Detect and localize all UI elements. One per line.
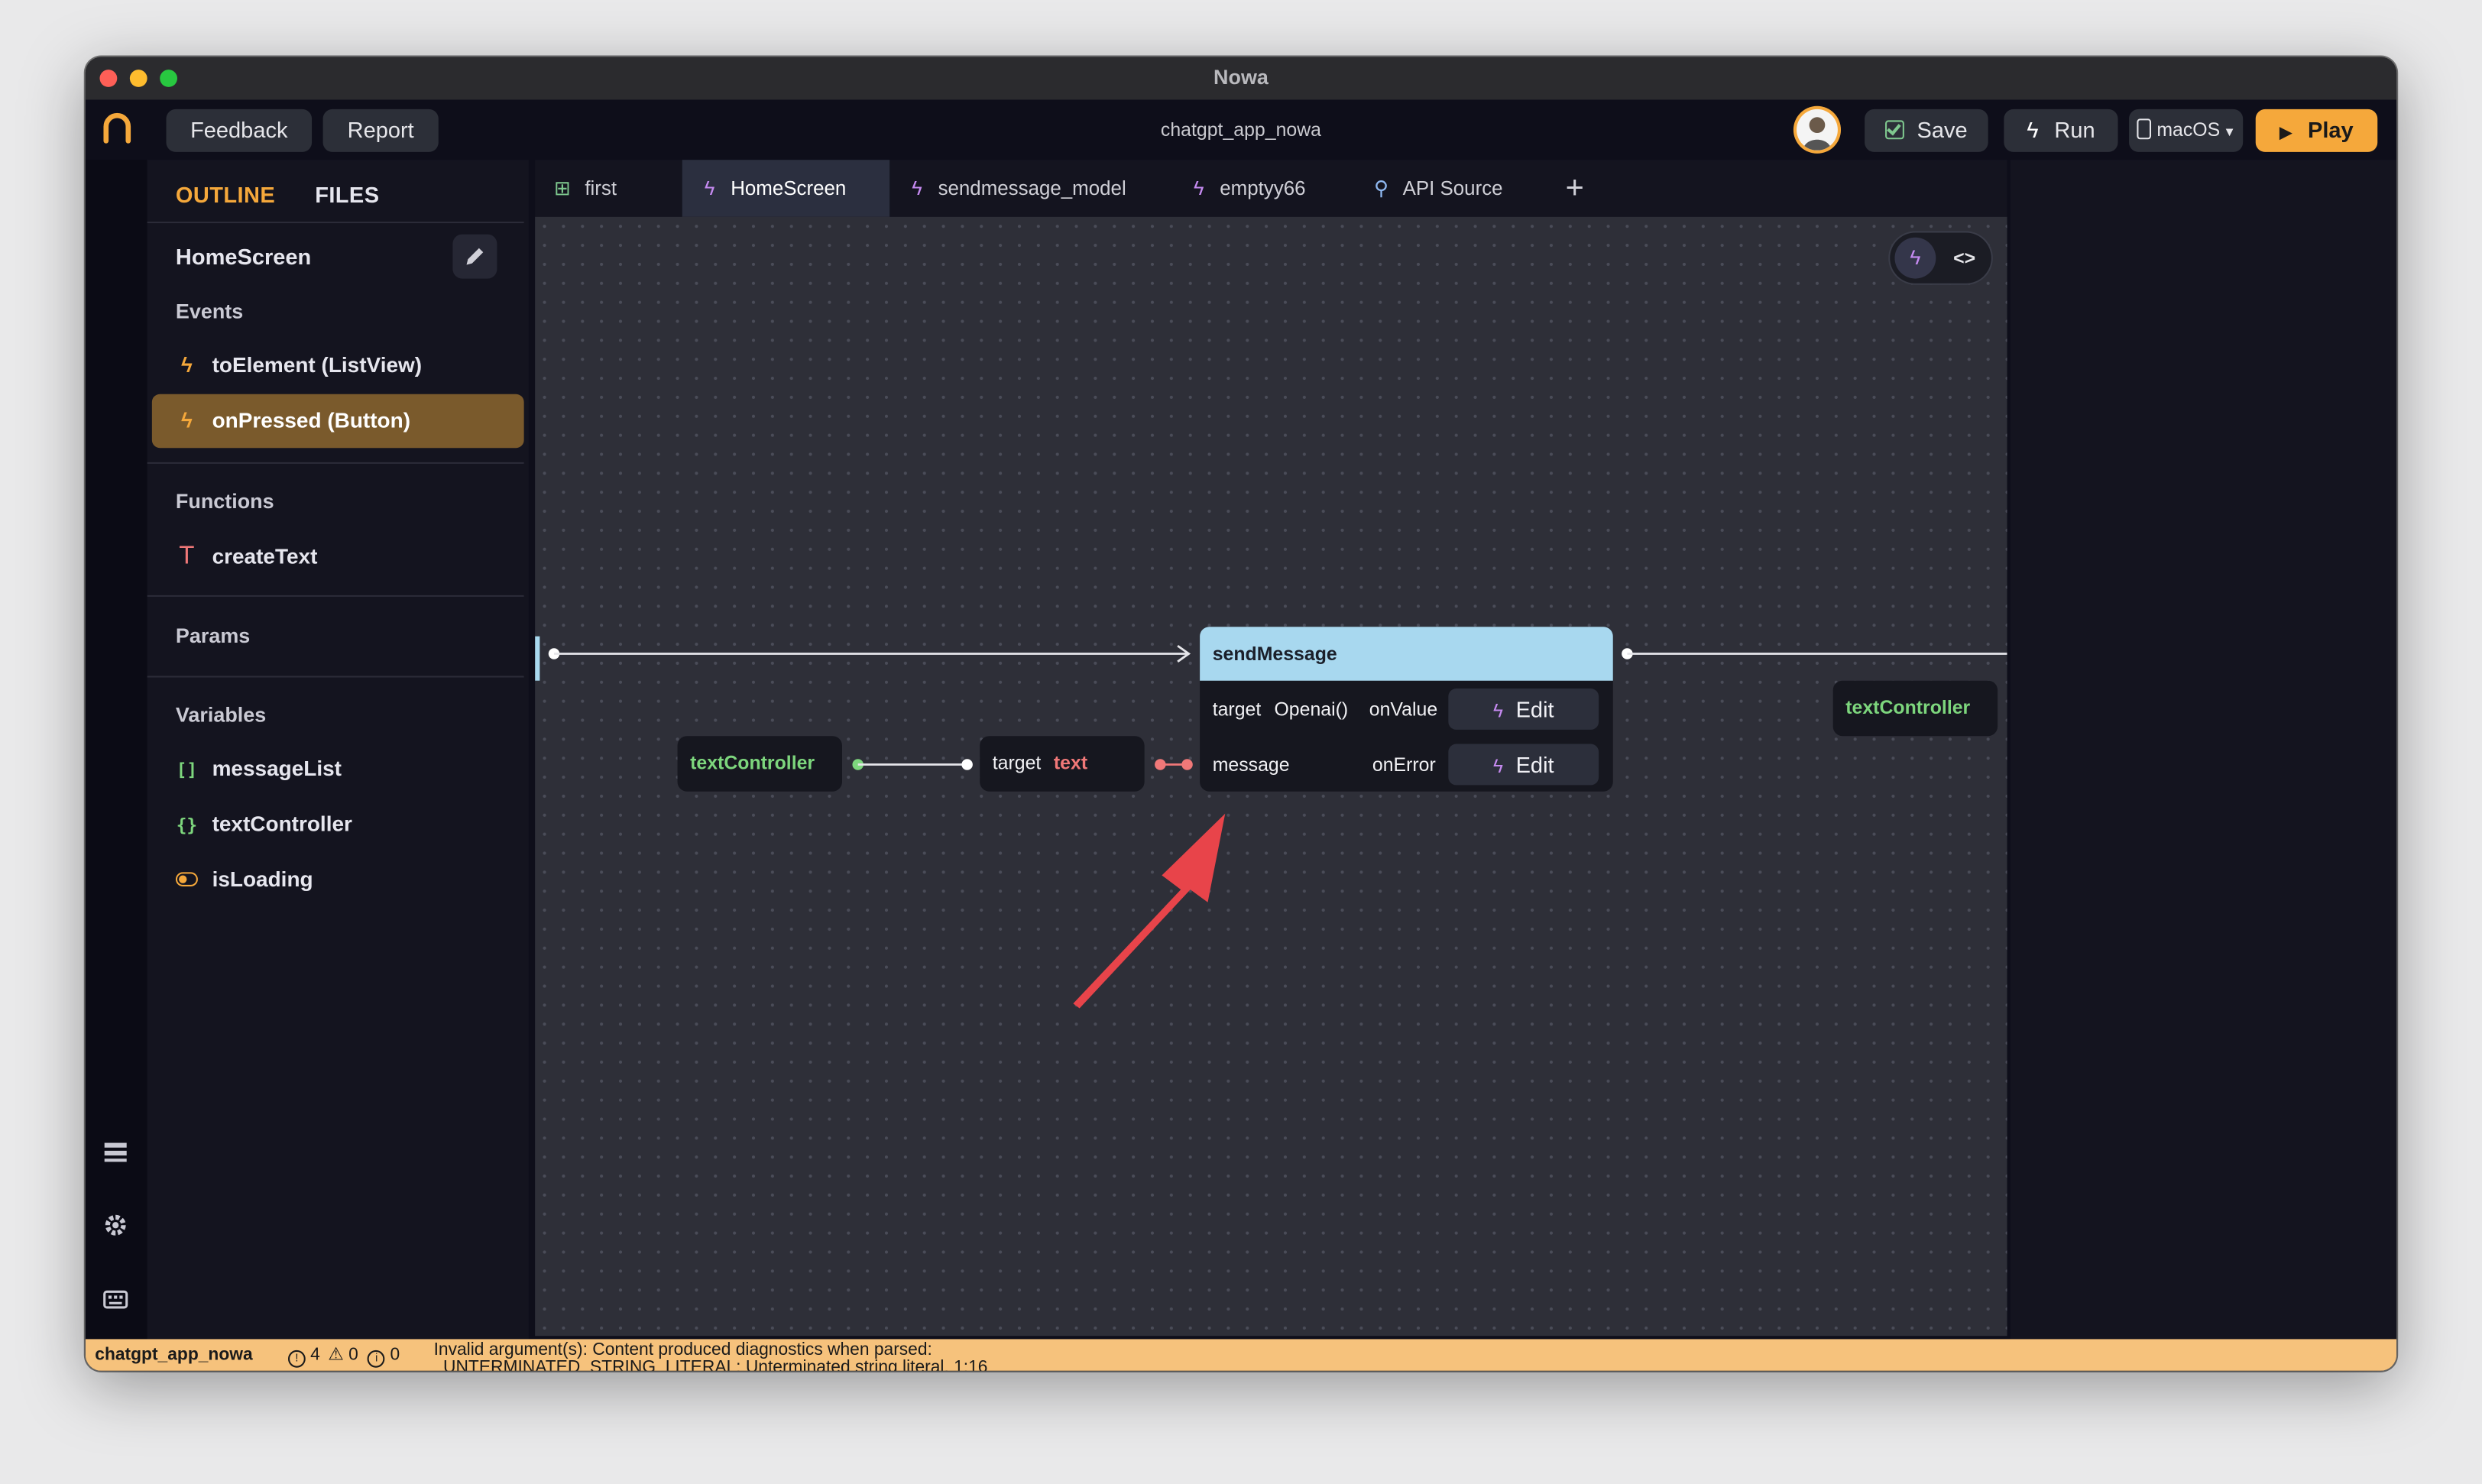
avatar[interactable] (1797, 109, 1838, 151)
play-icon: ▶ (2279, 125, 2292, 143)
variable-label: isLoading (212, 867, 313, 892)
info-count: 0 (390, 1345, 400, 1365)
warning-count: 0 (348, 1345, 358, 1365)
divider (147, 676, 524, 678)
event-label: onPressed (Button) (212, 408, 411, 433)
tab-outline[interactable]: OUTLINE (176, 182, 275, 207)
user-photo-icon (1803, 117, 1832, 151)
variables-heading: Variables (175, 702, 267, 727)
keyboard-icon[interactable] (103, 1287, 128, 1312)
run-button[interactable]: ϟ Run (2004, 109, 2118, 152)
add-tab-button[interactable]: + (1566, 160, 1584, 217)
error-icon: ! (287, 1350, 306, 1368)
phone-icon (2136, 118, 2151, 140)
top-toolbar: Feedback Report chatgpt_app_nowa Save ϟR… (85, 99, 2397, 160)
caret-down-icon: ▼ (2223, 125, 2236, 140)
pencil-icon (466, 248, 484, 265)
tab-label: emptyy66 (1220, 177, 1306, 199)
project-title: chatgpt_app_nowa (1160, 118, 1322, 141)
tab-sendmessage-model[interactable]: ϟ sendmessage_model (912, 160, 1126, 217)
save-label: Save (1917, 117, 1968, 143)
close-window-button[interactable] (99, 70, 118, 87)
event-item-toelement[interactable]: ϟ toElement (ListView) (176, 353, 422, 377)
divider (147, 595, 524, 597)
divider (147, 221, 524, 224)
bolt-icon: ϟ (2027, 117, 2039, 143)
warning-icon: ⚠ (328, 1345, 344, 1365)
event-label: toElement (ListView) (212, 352, 423, 377)
tab-label: HomeScreen (731, 177, 847, 199)
function-item-createtext[interactable]: TcreateText (176, 543, 317, 571)
report-button[interactable]: Report (322, 109, 439, 152)
platform-select[interactable]: macOS ▼ (2129, 109, 2244, 152)
bolt-icon: ϟ (1193, 177, 1204, 199)
run-label: Run (2054, 117, 2095, 143)
events-heading: Events (175, 299, 244, 323)
left-rail (85, 160, 147, 1340)
right-pane (2010, 160, 2397, 1340)
status-project[interactable]: chatgpt_app_nowa (95, 1339, 252, 1370)
edit-screen-button[interactable] (452, 234, 497, 279)
bolt-icon: ϟ (912, 177, 922, 199)
bolt-icon: ϟ (181, 352, 193, 377)
plug-icon: ⚲ (1373, 177, 1388, 199)
play-label: Play (2307, 117, 2354, 143)
tab-first[interactable]: ⊞ first (554, 160, 617, 217)
function-label: createText (212, 544, 318, 569)
variable-label: messageList (212, 757, 342, 781)
tab-label: sendmessage_model (938, 177, 1126, 199)
info-icon: i (368, 1350, 386, 1368)
tab-emptyy66[interactable]: ϟ emptyy66 (1194, 160, 1306, 217)
text-type-icon: T (179, 543, 195, 570)
list-brackets-icon: [] (176, 760, 198, 781)
tab-homescreen[interactable]: ϟ HomeScreen (705, 160, 847, 217)
variable-item-isloading[interactable]: isLoading (175, 867, 313, 892)
tab-label: API Source (1402, 177, 1503, 199)
tab-label: first (585, 177, 617, 199)
params-heading: Params (175, 624, 251, 648)
diagnostics-counts[interactable]: ! 4 ⚠ 0 i 0 (287, 1339, 400, 1370)
object-braces-icon: {} (176, 815, 198, 836)
outline-sidebar: OUTLINE FILES HomeScreen Events ϟ toEleme… (147, 160, 529, 1340)
logic-canvas[interactable]: ϟ <> sendMessage target Openai() onValue… (535, 216, 2007, 1337)
status-message-line2: UNTERMINATED_STRING_LITERAL: Unterminate… (442, 1358, 988, 1371)
app-window: Nowa Feedback Report chatgpt_app_nowa Sa… (85, 57, 2397, 1371)
error-count: 4 (310, 1345, 320, 1365)
status-bar: chatgpt_app_nowa ! 4 ⚠ 0 i 0 Invalid arg… (85, 1339, 2397, 1371)
variable-item-textcontroller[interactable]: {} textController (176, 812, 352, 836)
play-button[interactable]: ▶ Play (2255, 109, 2378, 152)
nowa-logo-icon[interactable] (102, 112, 133, 144)
checkbox-save-icon (1885, 120, 1904, 140)
bolt-icon: ϟ (704, 177, 715, 199)
platform-label: macOS (2156, 118, 2221, 141)
screen-name[interactable]: HomeScreen (176, 244, 311, 269)
variable-label: textController (212, 812, 352, 836)
editor-tabs: ⊞ first ϟ HomeScreen ϟ sendmessage_model ϟe… (535, 160, 2007, 217)
gear-icon[interactable] (103, 1213, 128, 1238)
annotation-arrow-icon (1073, 813, 1226, 1009)
toggle-icon (175, 867, 198, 891)
feedback-button[interactable]: Feedback (166, 109, 313, 152)
zoom-window-button[interactable] (160, 70, 177, 87)
grid-icon: ⊞ (553, 177, 571, 199)
variable-item-messagelist[interactable]: [] messageList (176, 757, 342, 780)
layers-list-icon[interactable] (103, 1139, 128, 1165)
functions-heading: Functions (175, 489, 274, 514)
save-button[interactable]: Save (1865, 109, 1988, 152)
divider (147, 462, 524, 464)
title-bar: Nowa (85, 57, 2397, 100)
minimize-window-button[interactable] (129, 70, 147, 87)
window-title: Nowa (1213, 64, 1269, 89)
tab-files[interactable]: FILES (315, 182, 379, 207)
bolt-icon: ϟ (181, 408, 193, 433)
event-item-onpressed[interactable]: ϟ onPressed (Button) (176, 408, 410, 432)
tab-api-source[interactable]: ⚲ API Source (1374, 160, 1503, 217)
